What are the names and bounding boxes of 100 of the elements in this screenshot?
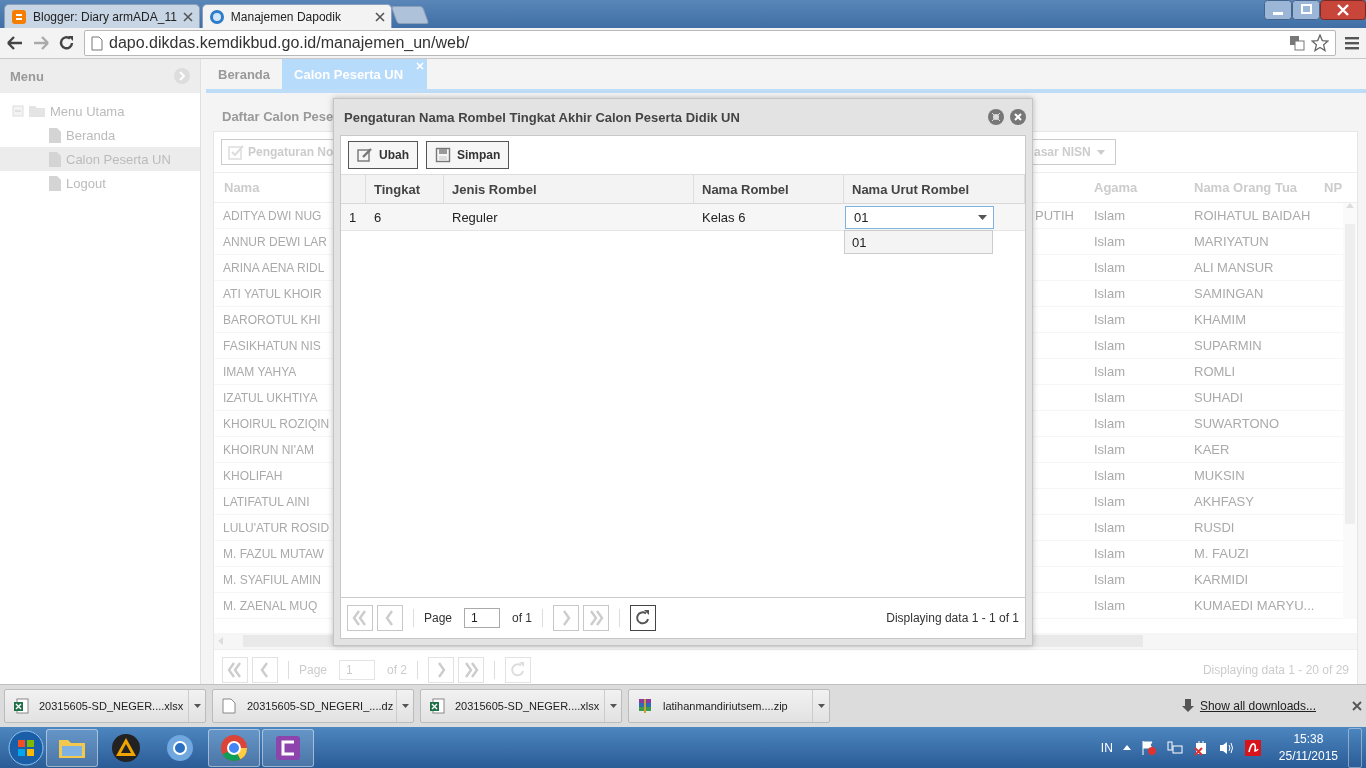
dropdown-field[interactable]: 01	[845, 205, 994, 229]
table-cell: Islam	[1084, 203, 1184, 229]
language-indicator[interactable]: IN	[1100, 740, 1113, 755]
close-icon[interactable]	[1010, 109, 1026, 125]
table-cell: Islam	[1084, 255, 1184, 281]
forward-icon[interactable]	[32, 35, 50, 51]
table-cell: Islam	[1084, 515, 1184, 541]
table-cell: KAER	[1184, 437, 1320, 463]
sidebar-title: Menu	[10, 68, 44, 84]
clock-time[interactable]: 15:38	[1293, 730, 1324, 748]
panel-title: Daftar Calon Pese	[222, 107, 334, 126]
table-cell: Islam	[1084, 541, 1184, 567]
new-tab-button[interactable]	[390, 6, 430, 24]
antivirus-icon[interactable]	[1244, 739, 1261, 756]
download-icon	[1181, 699, 1194, 713]
caret-icon	[978, 214, 987, 220]
caret-icon[interactable]	[1122, 745, 1131, 750]
file-icon	[48, 126, 62, 144]
edit-icon	[357, 147, 373, 163]
table-cell: 6	[366, 204, 444, 231]
address-bar[interactable]: dapo.dikdas.kemdikbud.go.id/manajemen_un/web/	[84, 30, 1336, 56]
taskbar-button[interactable]	[208, 728, 260, 767]
table-cell: ALI MANSUR	[1184, 255, 1320, 281]
file-icon	[48, 150, 62, 168]
close-icon[interactable]	[1320, 0, 1366, 20]
table-cell: Islam	[1084, 567, 1184, 593]
globe-icon	[208, 8, 225, 25]
blogger-icon	[11, 8, 27, 25]
volume-icon[interactable]	[1218, 739, 1235, 756]
table-cell: Islam	[1084, 437, 1184, 463]
url-text: dapo.dikdas.kemdikbud.go.id/manajemen_un/web/	[109, 34, 471, 52]
taskbar-button[interactable]	[262, 728, 314, 767]
flag-icon[interactable]	[1140, 739, 1157, 756]
save-button[interactable]: Simpan	[426, 141, 510, 169]
table-cell: AKHFASY	[1184, 489, 1320, 515]
star-icon[interactable]	[1311, 34, 1329, 52]
show-desktop-button[interactable]	[1348, 727, 1362, 768]
caret-icon	[401, 704, 409, 708]
minimize-icon[interactable]	[1264, 0, 1292, 20]
dialog-title: Pengaturan Nama Rombel Tingkat Akhir Calon Peserta Didik UN	[344, 109, 741, 125]
table-cell: SUPARMIN	[1184, 333, 1320, 359]
menu-icon[interactable]	[1344, 35, 1360, 51]
table-cell: ROMLI	[1184, 359, 1320, 385]
page-icon	[91, 35, 103, 51]
table-cell: Reguler	[444, 204, 694, 231]
table-cell: Islam	[1084, 385, 1184, 411]
column-header[interactable]: Tingkat	[366, 175, 444, 204]
caret-icon	[817, 704, 825, 708]
reload-icon[interactable]	[58, 34, 76, 52]
table-cell: Islam	[1084, 593, 1184, 619]
page-count: of 1	[512, 611, 533, 625]
browser-tab[interactable]: Blogger: Diary armADA_11	[4, 4, 200, 28]
translate-icon[interactable]	[1289, 35, 1305, 51]
table-cell: PUTIH	[1035, 203, 1084, 229]
back-icon[interactable]	[6, 35, 24, 51]
power-icon[interactable]	[1192, 739, 1209, 756]
column-header[interactable]: Nama Urut Rombel	[844, 175, 1025, 204]
caret-icon	[1096, 149, 1105, 155]
refresh-button[interactable]	[630, 605, 657, 631]
edit-button[interactable]: Ubah	[348, 141, 418, 169]
close-icon[interactable]	[1352, 701, 1362, 711]
row-number: 1	[341, 204, 366, 231]
column-header[interactable]: Jenis Rombel	[444, 175, 694, 204]
table-cell: Islam	[1084, 359, 1184, 385]
table-cell: Islam	[1084, 281, 1184, 307]
column-header[interactable]: Nama Rombel	[694, 175, 844, 204]
dropdown-option[interactable]: 01	[845, 231, 992, 253]
page-label: Page	[424, 611, 453, 625]
table-cell: M. FAUZI	[1184, 541, 1320, 567]
paging-status: Displaying data 1 - 1 of 1	[886, 611, 1019, 625]
table-cell: MARIYATUN	[1184, 229, 1320, 255]
close-icon[interactable]	[182, 11, 193, 22]
file-icon	[48, 174, 62, 192]
network-icon[interactable]	[1166, 739, 1183, 756]
browser-tab[interactable]: Manajemen Dapodik	[201, 4, 392, 28]
page-field[interactable]: 1	[464, 608, 501, 628]
table-cell: SUWARTONO	[1184, 411, 1320, 437]
restore-icon[interactable]	[1292, 0, 1320, 20]
table-cell: RUSDI	[1184, 515, 1320, 541]
close-icon[interactable]	[374, 11, 385, 22]
table-cell: Islam	[1084, 307, 1184, 333]
start-button[interactable]	[8, 729, 44, 766]
table-cell: MUKSIN	[1184, 463, 1320, 489]
table-cell: Islam	[1084, 411, 1184, 437]
table-cell: SAMINGAN	[1184, 281, 1320, 307]
clock-date[interactable]: 25/11/2015	[1278, 747, 1338, 765]
table-cell: KUMAEDI MARYU...	[1184, 593, 1320, 619]
archive-icon	[637, 698, 653, 714]
table-cell: Islam	[1084, 229, 1184, 255]
show-downloads-link[interactable]: Show all downloads...	[1199, 699, 1316, 713]
table-cell: SUHADI	[1184, 385, 1320, 411]
checkbox-icon	[228, 144, 244, 160]
table-cell: Kelas 6	[694, 204, 844, 231]
scrollbar[interactable]	[1343, 203, 1357, 619]
caret-icon	[193, 704, 201, 708]
table-cell: KARMIDI	[1184, 567, 1320, 593]
caret-icon	[609, 704, 617, 708]
spreadsheet-icon	[13, 698, 29, 714]
table-cell: KHAMIM	[1184, 307, 1320, 333]
table-cell: Islam	[1084, 489, 1184, 515]
